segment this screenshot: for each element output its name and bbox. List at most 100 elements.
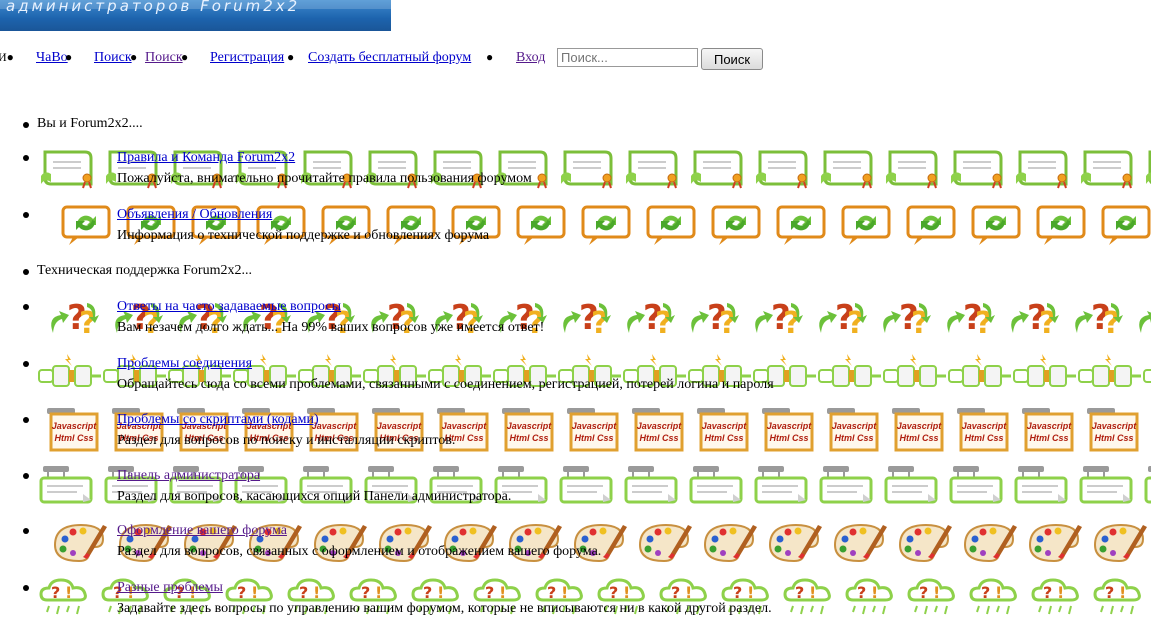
faq-question-icon: [755, 298, 803, 339]
list-bullet: [23, 361, 29, 367]
list-bullet: [23, 122, 29, 128]
refresh-announcement-icon: [711, 205, 761, 247]
rules-scroll-icon: [884, 150, 938, 190]
admin-panel-icon: [819, 464, 873, 504]
misc-cloud-icon: [907, 578, 955, 616]
script-icon-label: Javascript: [572, 421, 618, 431]
forum-title-link[interactable]: Проблемы со скриптами (кодами): [117, 412, 319, 428]
admin-panel-icon: [559, 464, 613, 504]
misc-cloud-icon: [39, 578, 87, 616]
forum-title-link[interactable]: Оформление вашего форума: [117, 523, 287, 539]
faq-question-icon: [1139, 298, 1151, 339]
forum-title-link[interactable]: Панель администратора: [117, 468, 260, 484]
list-bullet: [23, 304, 29, 310]
misc-cloud-icon: [783, 578, 831, 616]
rules-scroll-icon: [689, 150, 743, 190]
refresh-announcement-icon: [906, 205, 956, 247]
faq-question-icon: [1075, 298, 1123, 339]
script-icon-label: Html Css: [834, 433, 873, 443]
forum-title-link[interactable]: Проблемы соединения: [117, 356, 252, 372]
forum-row: Оформление вашего форума Раздел для вопр…: [0, 519, 1151, 565]
list-bullet: [23, 585, 29, 591]
refresh-announcement-icon: [581, 205, 631, 247]
design-palette-icon: [964, 524, 1018, 562]
faq-question-icon: [947, 298, 995, 339]
forum-banner: администраторов Forum2x2: [0, 0, 391, 31]
faq-question-icon: [627, 298, 675, 339]
script-icon-label: Html Css: [769, 433, 808, 443]
forum-description: Вам незачем долго ждать... На 99% ваших …: [117, 320, 545, 335]
nav-bullet: ●: [181, 50, 189, 64]
admin-panel-icon: [1144, 464, 1151, 504]
refresh-announcement-icon: [61, 205, 111, 247]
design-palette-icon: [1029, 524, 1083, 562]
script-icon-label: Javascript: [897, 421, 943, 431]
design-palette-icon: [704, 524, 758, 562]
misc-cloud-icon: [1031, 578, 1079, 616]
forum-row: Панель администратора Раздел для вопросо…: [0, 464, 1151, 510]
search-button[interactable]: Поиск: [701, 48, 763, 70]
nav-login-link[interactable]: Вход: [516, 50, 545, 66]
connection-plug-icon: [1012, 352, 1078, 388]
connection-plug-icon: [817, 352, 883, 388]
connection-plug-icon: [37, 352, 103, 388]
rules-scroll-icon: [559, 150, 613, 190]
rules-scroll-icon: [624, 150, 678, 190]
misc-cloud-icon: [845, 578, 893, 616]
refresh-announcement-icon: [971, 205, 1021, 247]
list-bullet: [23, 155, 29, 161]
rules-scroll-icon: [39, 150, 93, 190]
list-bullet: [23, 473, 29, 479]
nav-search-link[interactable]: Поиск: [94, 50, 132, 66]
admin-panel-icon: [1014, 464, 1068, 504]
script-icon-label: Javascript: [507, 421, 553, 431]
banner-logo-text: администраторов Forum2x2: [6, 0, 301, 15]
forum-description: Раздел для вопросов, касающихся опций Па…: [117, 489, 512, 504]
design-palette-icon: [1094, 524, 1148, 562]
script-icon-label: Javascript: [442, 421, 488, 431]
forum-title-link[interactable]: Правила и Команда Forum2x2: [117, 150, 295, 166]
script-icon-label: Html Css: [54, 433, 93, 443]
nav-bullet: ●: [130, 50, 138, 64]
script-icon-label: Javascript: [702, 421, 748, 431]
list-bullet: [23, 269, 29, 275]
script-code-icon: Javascript Html Css: [762, 408, 814, 452]
design-palette-icon: [899, 524, 953, 562]
design-palette-icon: [639, 524, 693, 562]
nav-create-forum-link[interactable]: Создать бесплатный форум: [308, 50, 471, 66]
connection-plug-icon: [1142, 352, 1151, 388]
forum-title-link[interactable]: Объявления / Обновления: [117, 207, 272, 223]
forum-row: Javascript Html Css Javascript Html Css Java…: [0, 408, 1151, 454]
forum-row: Правила и Команда Forum2x2 Пожалуйста, в…: [0, 146, 1151, 192]
forum-description: Раздел для вопросов по поиску и инсталля…: [117, 433, 456, 448]
search-input[interactable]: [557, 48, 698, 67]
forum-row: Проблемы соединения Обращайтесь сюда со …: [0, 352, 1151, 398]
forum-row: ? ? Ответы на часто задаваемые вопросы В…: [0, 295, 1151, 341]
admin-panel-icon: [1079, 464, 1133, 504]
admin-panel-icon: [39, 464, 93, 504]
nav-bullet: ●: [287, 50, 295, 64]
nav-faq-link[interactable]: ЧаВо: [36, 50, 68, 66]
category-row: Техническая поддержка Forum2x2...: [0, 260, 1151, 282]
script-icon-label: Html Css: [704, 433, 743, 443]
script-icon-label: Html Css: [1094, 433, 1133, 443]
connection-plug-icon: [947, 352, 1013, 388]
admin-panel-icon: [884, 464, 938, 504]
forum-title-link[interactable]: Ответы на часто задаваемые вопросы: [117, 299, 341, 315]
script-icon-label: Javascript: [1027, 421, 1073, 431]
script-code-icon: Javascript Html Css: [502, 408, 554, 452]
script-icon-label: Javascript: [962, 421, 1008, 431]
script-icon-label: Javascript: [52, 421, 98, 431]
list-bullet: [23, 212, 29, 218]
connection-plug-icon: [882, 352, 948, 388]
script-icon-label: Javascript: [1092, 421, 1138, 431]
script-code-icon: Javascript Html Css: [1022, 408, 1074, 452]
refresh-announcement-icon: [841, 205, 891, 247]
script-icon-label: Html Css: [509, 433, 548, 443]
design-palette-icon: [769, 524, 823, 562]
forum-title-link[interactable]: Разные проблемы: [117, 580, 223, 596]
faq-question-icon: [51, 298, 99, 339]
forum-description: Информация о технической поддержке и обн…: [117, 228, 490, 243]
nav-search-link-2[interactable]: Поиск: [145, 50, 183, 66]
nav-register-link[interactable]: Регистрация: [210, 50, 284, 66]
